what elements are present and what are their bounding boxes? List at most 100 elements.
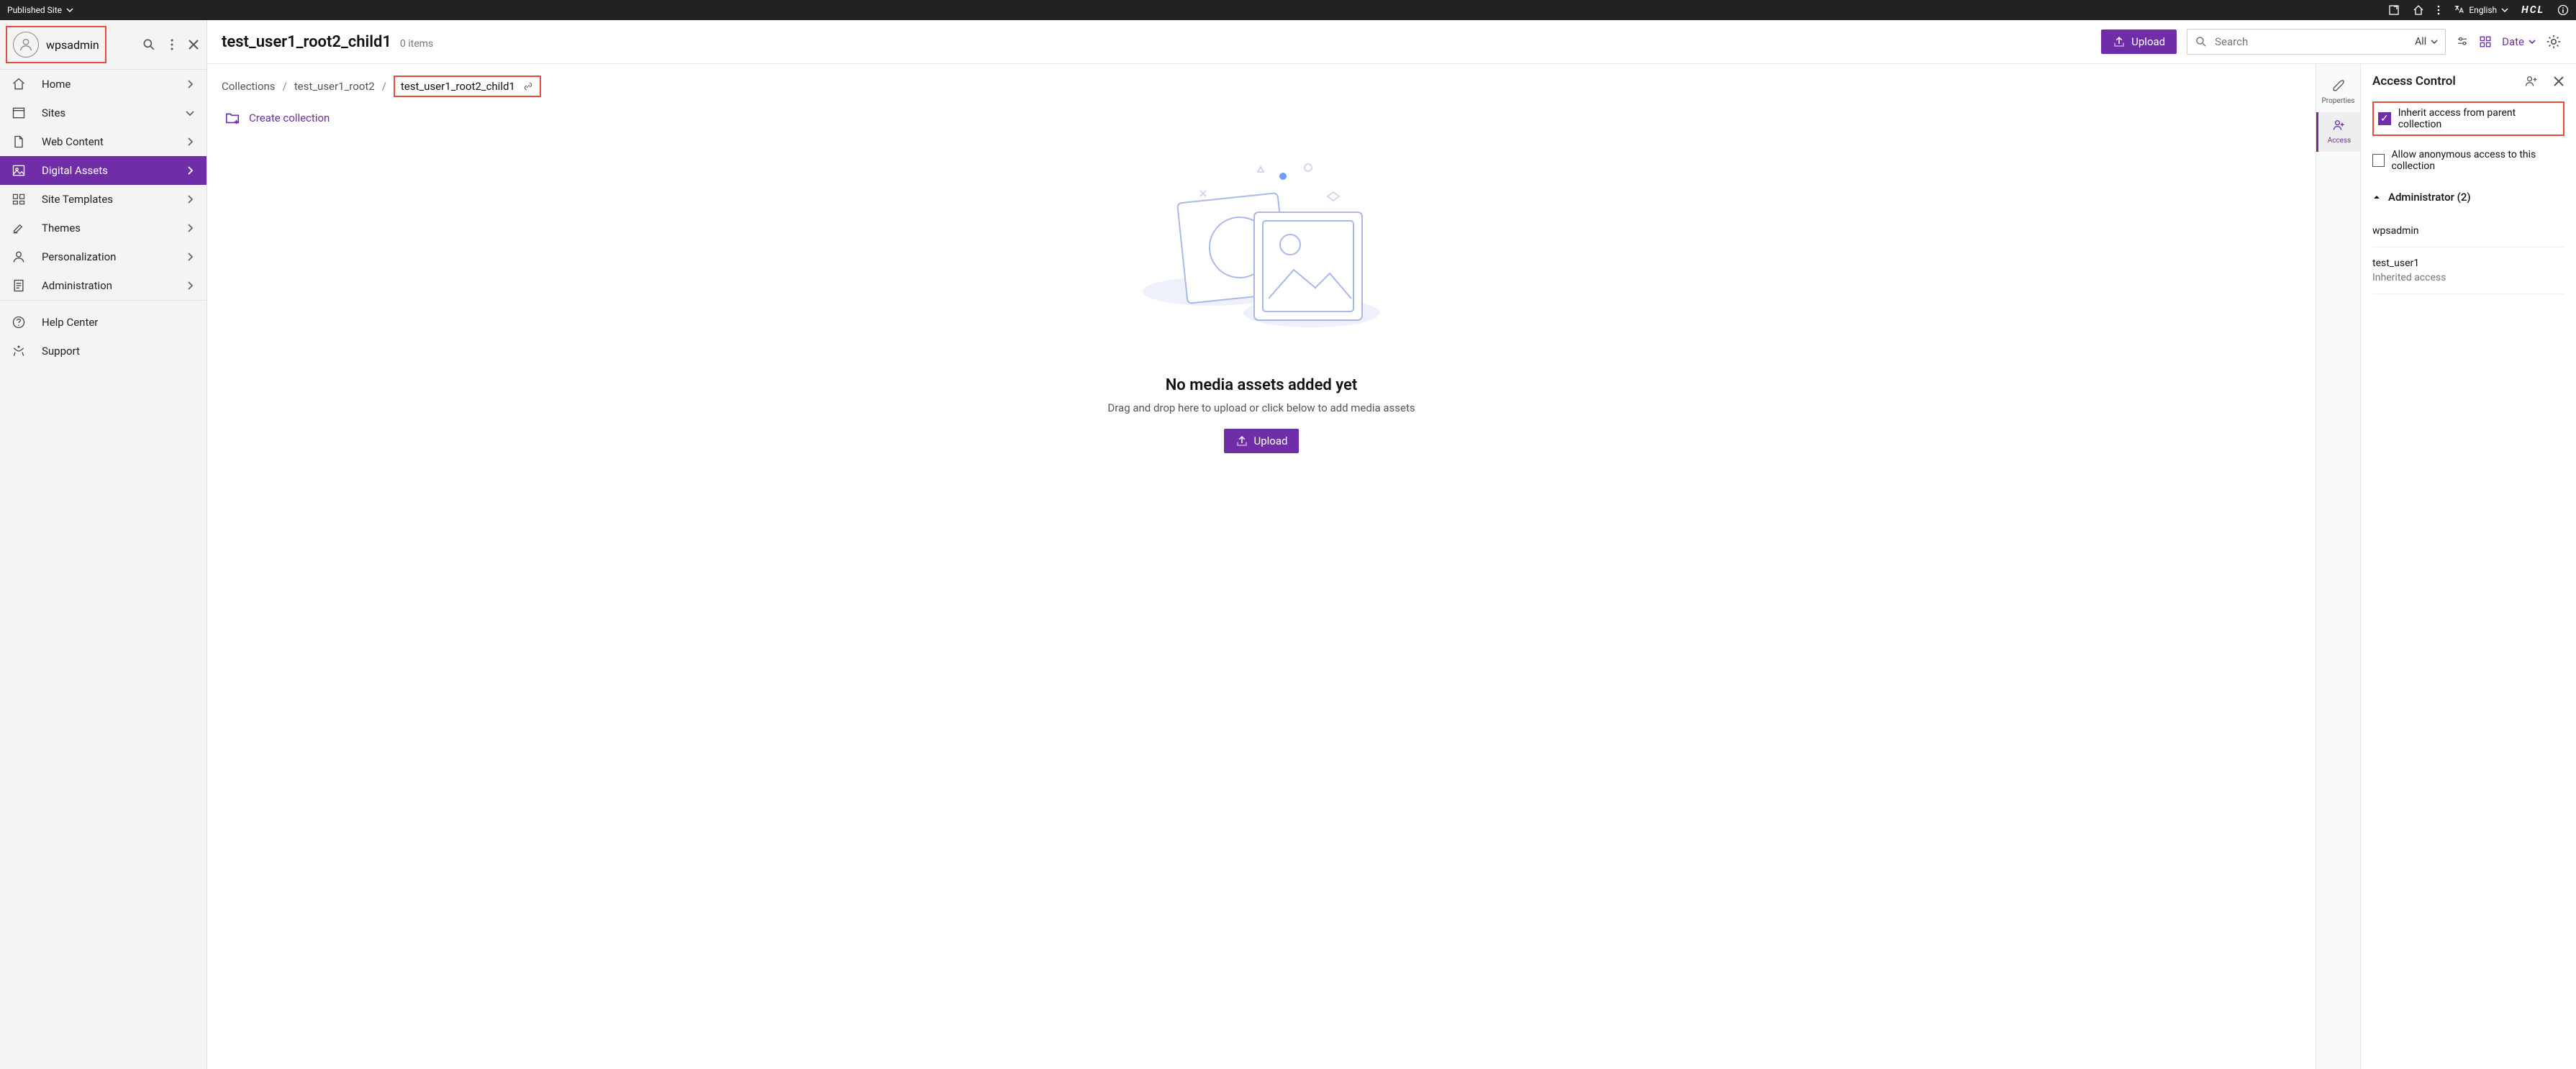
sidebar-item-label: Help Center <box>42 316 98 329</box>
topbar: Published Site English HCL <box>0 0 2576 20</box>
sidebar: wpsadmin Home Sites <box>0 20 207 1069</box>
sidebar-item-label: Themes <box>42 222 81 235</box>
add-user-icon[interactable] <box>2524 74 2539 88</box>
site-label: Published Site <box>7 5 62 15</box>
sidebar-item-themes[interactable]: Themes <box>0 214 207 242</box>
language-icon <box>2453 4 2464 16</box>
language-label: English <box>2469 5 2497 15</box>
window-icon[interactable] <box>2388 4 2400 16</box>
info-icon[interactable] <box>2557 4 2569 16</box>
upload-label: Upload <box>2131 35 2165 48</box>
search-input[interactable] <box>2215 35 2408 48</box>
themes-icon <box>12 221 26 235</box>
side-rail: Properties Access <box>2316 64 2360 1069</box>
admin-icon <box>12 278 26 293</box>
create-collection-label: Create collection <box>249 112 330 124</box>
image-icon <box>12 163 26 178</box>
sites-icon <box>12 106 26 120</box>
create-collection-button[interactable]: Create collection <box>225 110 2301 126</box>
sidebar-item-support[interactable]: Support <box>0 337 207 365</box>
sort-dropdown[interactable]: Date <box>2502 35 2536 48</box>
access-panel: Access Control Inherit access from paren… <box>2360 64 2576 1069</box>
empty-upload-label: Upload <box>1254 435 1288 447</box>
brand-logo: HCL <box>2521 4 2544 16</box>
rail-label: Properties <box>2321 97 2354 105</box>
upload-button[interactable]: Upload <box>2101 29 2177 54</box>
support-icon <box>12 344 26 358</box>
chevron-right-icon <box>185 165 195 176</box>
anonymous-access-row[interactable]: Allow anonymous access to this collectio… <box>2372 149 2564 172</box>
avatar-icon <box>13 32 39 58</box>
role-administrator-toggle[interactable]: Administrator (2) <box>2372 191 2564 204</box>
search-filter-label: All <box>2415 36 2426 47</box>
user-block[interactable]: wpsadmin <box>6 26 106 63</box>
help-icon <box>12 315 26 329</box>
close-icon[interactable] <box>2553 76 2564 87</box>
chevron-right-icon <box>185 281 195 291</box>
link-icon[interactable] <box>522 81 534 92</box>
inherit-checkbox[interactable] <box>2378 112 2391 125</box>
inherit-access-row[interactable]: Inherit access from parent collection <box>2372 101 2564 136</box>
search-icon <box>2195 35 2208 48</box>
sidebar-item-label: Personalization <box>42 250 116 263</box>
document-icon <box>12 135 26 149</box>
anonymous-checkbox[interactable] <box>2372 154 2385 167</box>
access-panel-title: Access Control <box>2372 74 2456 88</box>
breadcrumb-root[interactable]: Collections <box>222 80 276 93</box>
access-user-row: test_user1 Inherited access <box>2372 247 2564 294</box>
rail-label: Access <box>2328 137 2351 145</box>
gear-icon[interactable] <box>2546 34 2562 50</box>
chevron-right-icon <box>185 79 195 89</box>
empty-state: No media assets added yet Drag and drop … <box>222 147 2301 453</box>
page-title: test_user1_root2_child1 <box>222 33 391 51</box>
breadcrumb: Collections / test_user1_root2 / test_us… <box>222 76 2301 97</box>
sidebar-item-label: Sites <box>42 106 65 119</box>
home-icon[interactable] <box>2413 4 2424 16</box>
upload-icon <box>1235 435 1248 447</box>
empty-subtitle: Drag and drop here to upload or click be… <box>1107 401 1415 414</box>
sidebar-item-label: Support <box>42 345 80 358</box>
empty-illustration-icon <box>1132 147 1391 363</box>
home-icon <box>12 77 26 91</box>
role-header-label: Administrator (2) <box>2388 191 2471 204</box>
rail-tab-properties[interactable]: Properties <box>2316 73 2360 112</box>
more-icon[interactable] <box>171 38 173 51</box>
sidebar-item-site-templates[interactable]: Site Templates <box>0 185 207 214</box>
sidebar-item-label: Administration <box>42 279 112 292</box>
sidebar-item-label: Site Templates <box>42 193 113 206</box>
sliders-icon[interactable] <box>2456 35 2469 48</box>
caret-up-icon <box>2372 193 2381 201</box>
grid-view-icon[interactable] <box>2479 35 2492 48</box>
more-icon[interactable] <box>2437 4 2440 16</box>
sidebar-item-digital-assets[interactable]: Digital Assets <box>0 156 207 185</box>
access-user-sub: Inherited access <box>2372 272 2564 283</box>
breadcrumb-current: test_user1_root2_child1 <box>401 80 515 93</box>
sidebar-item-web-content[interactable]: Web Content <box>0 127 207 156</box>
templates-icon <box>12 192 26 206</box>
sidebar-item-home[interactable]: Home <box>0 70 207 99</box>
item-count: 0 items <box>400 38 433 50</box>
breadcrumb-sep: / <box>283 80 287 93</box>
search-filter-dropdown[interactable]: All <box>2415 36 2438 47</box>
published-site-dropdown[interactable]: Published Site <box>7 5 73 15</box>
folder-plus-icon <box>225 110 240 126</box>
search-box[interactable]: All <box>2187 29 2446 55</box>
sidebar-item-sites[interactable]: Sites <box>0 99 207 127</box>
sidebar-item-administration[interactable]: Administration <box>0 271 207 300</box>
rail-tab-access[interactable]: Access <box>2316 112 2360 152</box>
sidebar-item-help-center[interactable]: Help Center <box>0 308 207 337</box>
chevron-down-icon <box>185 108 195 118</box>
empty-upload-button[interactable]: Upload <box>1224 429 1300 453</box>
caret-down-icon <box>2431 38 2438 45</box>
language-dropdown[interactable]: English <box>2453 4 2508 16</box>
chevron-right-icon <box>185 137 195 147</box>
breadcrumb-parent[interactable]: test_user1_root2 <box>294 80 375 93</box>
chevron-right-icon <box>185 223 195 233</box>
caret-down-icon <box>2501 6 2508 14</box>
search-icon[interactable] <box>142 37 156 52</box>
sidebar-item-personalization[interactable]: Personalization <box>0 242 207 271</box>
sidebar-item-label: Digital Assets <box>42 164 108 177</box>
sort-label: Date <box>2502 35 2524 48</box>
close-icon[interactable] <box>188 39 199 50</box>
inherit-label: Inherit access from parent collection <box>2398 107 2559 130</box>
